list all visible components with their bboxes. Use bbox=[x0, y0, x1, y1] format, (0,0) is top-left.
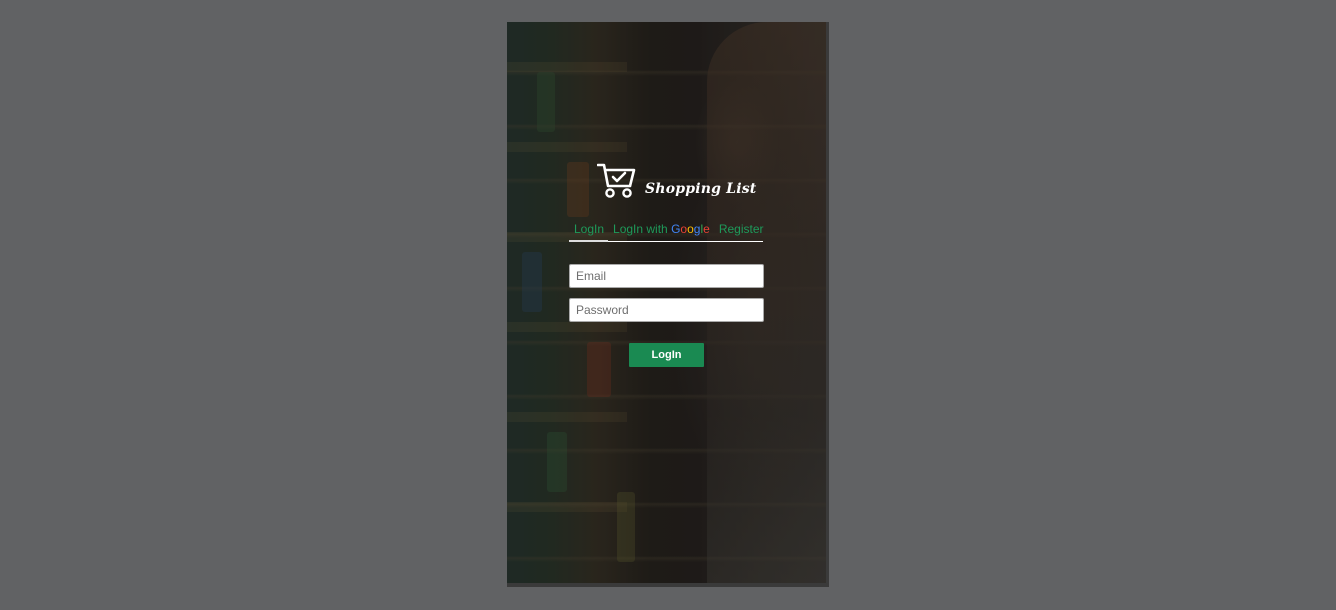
tab-register[interactable]: Register bbox=[714, 220, 768, 241]
google-letter: o bbox=[687, 222, 694, 236]
auth-tabs: LogIn LogIn with Google Register bbox=[569, 220, 764, 242]
shopping-cart-check-icon bbox=[597, 163, 636, 198]
tab-login-label: LogIn bbox=[574, 222, 605, 236]
app-title: Shopping List bbox=[645, 181, 757, 197]
app-logo: Shopping List bbox=[597, 162, 756, 200]
login-button[interactable]: LogIn bbox=[629, 343, 704, 367]
tab-login[interactable]: LogIn bbox=[569, 220, 609, 242]
tab-google-prefix: LogIn with bbox=[613, 222, 672, 236]
tab-register-label: Register bbox=[718, 222, 764, 236]
google-letter: e bbox=[703, 222, 710, 236]
password-field[interactable] bbox=[569, 298, 764, 322]
tab-login-with-google[interactable]: LogIn with Google bbox=[608, 220, 714, 241]
email-field[interactable] bbox=[569, 264, 764, 288]
